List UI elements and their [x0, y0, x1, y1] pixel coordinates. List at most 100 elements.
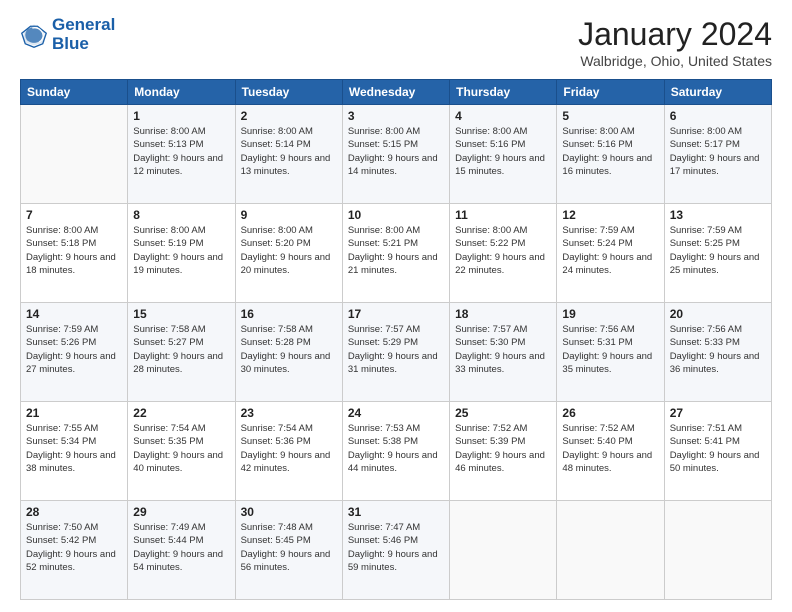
day-info: Sunrise: 8:00 AMSunset: 5:13 PMDaylight:… [133, 125, 229, 178]
calendar-cell: 1 Sunrise: 8:00 AMSunset: 5:13 PMDaylight… [128, 105, 235, 204]
day-number: 15 [133, 307, 229, 321]
calendar-cell [21, 105, 128, 204]
calendar-cell: 5Sunrise: 8:00 AMSunset: 5:16 PMDaylight… [557, 105, 664, 204]
day-number: 9 [241, 208, 337, 222]
calendar-cell [664, 501, 771, 600]
calendar-week-3: 14 Sunrise: 7:59 AMSunset: 5:26 PMDayligh… [21, 303, 772, 402]
col-header-tuesday: Tuesday [235, 80, 342, 105]
col-header-thursday: Thursday [450, 80, 557, 105]
location: Walbridge, Ohio, United States [578, 53, 772, 69]
day-number: 4 [455, 109, 551, 123]
day-number: 10 [348, 208, 444, 222]
calendar-cell: 12 Sunrise: 7:59 AMSunset: 5:24 PMDayligh… [557, 204, 664, 303]
day-number: 3 [348, 109, 444, 123]
day-info: Sunrise: 7:49 AMSunset: 5:44 PMDaylight:… [133, 521, 229, 574]
day-number: 11 [455, 208, 551, 222]
calendar-week-2: 7 Sunrise: 8:00 AMSunset: 5:18 PMDaylight… [21, 204, 772, 303]
day-number: 20 [670, 307, 766, 321]
logo-line2: Blue [52, 34, 89, 53]
day-info: Sunrise: 8:00 AMSunset: 5:14 PMDaylight:… [241, 125, 337, 178]
day-number: 26 [562, 406, 658, 420]
day-info: Sunrise: 8:00 AMSunset: 5:16 PMDaylight:… [562, 125, 658, 178]
calendar-cell: 17 Sunrise: 7:57 AMSunset: 5:29 PMDayligh… [342, 303, 449, 402]
day-number: 31 [348, 505, 444, 519]
calendar-cell: 4 Sunrise: 8:00 AMSunset: 5:16 PMDaylight… [450, 105, 557, 204]
day-number: 13 [670, 208, 766, 222]
day-number: 17 [348, 307, 444, 321]
day-info: Sunrise: 7:50 AMSunset: 5:42 PMDaylight:… [26, 521, 122, 574]
day-info: Sunrise: 7:57 AMSunset: 5:29 PMDaylight:… [348, 323, 444, 376]
calendar-cell: 14 Sunrise: 7:59 AMSunset: 5:26 PMDayligh… [21, 303, 128, 402]
col-header-saturday: Saturday [664, 80, 771, 105]
day-info: Sunrise: 8:00 AMSunset: 5:19 PMDaylight:… [133, 224, 229, 277]
calendar-cell: 10 Sunrise: 8:00 AMSunset: 5:21 PMDayligh… [342, 204, 449, 303]
page-header: General Blue January 2024 Walbridge, Ohi… [20, 16, 772, 69]
day-info: Sunrise: 8:00 AMSunset: 5:15 PMDaylight:… [348, 125, 444, 178]
calendar-cell: 21Sunrise: 7:55 AMSunset: 5:34 PMDayligh… [21, 402, 128, 501]
day-info: Sunrise: 7:52 AMSunset: 5:39 PMDaylight:… [455, 422, 551, 475]
calendar-cell [557, 501, 664, 600]
calendar-cell: 15 Sunrise: 7:58 AMSunset: 5:27 PMDayligh… [128, 303, 235, 402]
day-info: Sunrise: 7:55 AMSunset: 5:34 PMDaylight:… [26, 422, 122, 475]
calendar-cell: 2 Sunrise: 8:00 AMSunset: 5:14 PMDaylight… [235, 105, 342, 204]
day-number: 23 [241, 406, 337, 420]
day-info: Sunrise: 7:54 AMSunset: 5:36 PMDaylight:… [241, 422, 337, 475]
day-number: 25 [455, 406, 551, 420]
calendar-cell: 31 Sunrise: 7:47 AMSunset: 5:46 PMDayligh… [342, 501, 449, 600]
logo-line1: General [52, 15, 115, 34]
day-info: Sunrise: 7:58 AMSunset: 5:27 PMDaylight:… [133, 323, 229, 376]
calendar-cell: 9Sunrise: 8:00 AMSunset: 5:20 PMDaylight… [235, 204, 342, 303]
day-number: 6 [670, 109, 766, 123]
day-info: Sunrise: 7:56 AMSunset: 5:33 PMDaylight:… [670, 323, 766, 376]
calendar-cell [450, 501, 557, 600]
calendar-header-row: SundayMondayTuesdayWednesdayThursdayFrid… [21, 80, 772, 105]
calendar-page: General Blue January 2024 Walbridge, Ohi… [0, 0, 792, 612]
day-number: 30 [241, 505, 337, 519]
col-header-monday: Monday [128, 80, 235, 105]
calendar-cell: 16Sunrise: 7:58 AMSunset: 5:28 PMDayligh… [235, 303, 342, 402]
day-number: 27 [670, 406, 766, 420]
calendar-cell: 8 Sunrise: 8:00 AMSunset: 5:19 PMDaylight… [128, 204, 235, 303]
day-info: Sunrise: 8:00 AMSunset: 5:21 PMDaylight:… [348, 224, 444, 277]
title-block: January 2024 Walbridge, Ohio, United Sta… [578, 16, 772, 69]
day-info: Sunrise: 7:59 AMSunset: 5:26 PMDaylight:… [26, 323, 122, 376]
day-number: 19 [562, 307, 658, 321]
day-number: 2 [241, 109, 337, 123]
logo: General Blue [20, 16, 115, 53]
calendar-cell: 28 Sunrise: 7:50 AMSunset: 5:42 PMDayligh… [21, 501, 128, 600]
day-info: Sunrise: 7:57 AMSunset: 5:30 PMDaylight:… [455, 323, 551, 376]
calendar-cell: 29 Sunrise: 7:49 AMSunset: 5:44 PMDayligh… [128, 501, 235, 600]
calendar-cell: 19Sunrise: 7:56 AMSunset: 5:31 PMDayligh… [557, 303, 664, 402]
calendar-cell: 18Sunrise: 7:57 AMSunset: 5:30 PMDayligh… [450, 303, 557, 402]
day-number: 12 [562, 208, 658, 222]
day-info: Sunrise: 8:00 AMSunset: 5:22 PMDaylight:… [455, 224, 551, 277]
day-info: Sunrise: 7:59 AMSunset: 5:24 PMDaylight:… [562, 224, 658, 277]
logo-text: General Blue [52, 16, 115, 53]
calendar-week-5: 28 Sunrise: 7:50 AMSunset: 5:42 PMDayligh… [21, 501, 772, 600]
col-header-sunday: Sunday [21, 80, 128, 105]
day-info: Sunrise: 7:51 AMSunset: 5:41 PMDaylight:… [670, 422, 766, 475]
calendar-cell: 13Sunrise: 7:59 AMSunset: 5:25 PMDayligh… [664, 204, 771, 303]
calendar-cell: 22Sunrise: 7:54 AMSunset: 5:35 PMDayligh… [128, 402, 235, 501]
calendar-week-4: 21Sunrise: 7:55 AMSunset: 5:34 PMDayligh… [21, 402, 772, 501]
day-info: Sunrise: 7:48 AMSunset: 5:45 PMDaylight:… [241, 521, 337, 574]
day-number: 24 [348, 406, 444, 420]
day-number: 22 [133, 406, 229, 420]
day-number: 28 [26, 505, 122, 519]
calendar-cell: 26 Sunrise: 7:52 AMSunset: 5:40 PMDayligh… [557, 402, 664, 501]
day-number: 8 [133, 208, 229, 222]
day-info: Sunrise: 8:00 AMSunset: 5:16 PMDaylight:… [455, 125, 551, 178]
day-number: 29 [133, 505, 229, 519]
day-info: Sunrise: 8:00 AMSunset: 5:18 PMDaylight:… [26, 224, 122, 277]
day-info: Sunrise: 8:00 AMSunset: 5:17 PMDaylight:… [670, 125, 766, 178]
calendar-week-1: 1 Sunrise: 8:00 AMSunset: 5:13 PMDaylight… [21, 105, 772, 204]
day-info: Sunrise: 7:52 AMSunset: 5:40 PMDaylight:… [562, 422, 658, 475]
calendar-cell: 3 Sunrise: 8:00 AMSunset: 5:15 PMDaylight… [342, 105, 449, 204]
day-info: Sunrise: 7:47 AMSunset: 5:46 PMDaylight:… [348, 521, 444, 574]
calendar-cell: 11 Sunrise: 8:00 AMSunset: 5:22 PMDayligh… [450, 204, 557, 303]
month-title: January 2024 [578, 16, 772, 53]
day-number: 14 [26, 307, 122, 321]
day-number: 1 [133, 109, 229, 123]
day-number: 7 [26, 208, 122, 222]
calendar-cell: 7 Sunrise: 8:00 AMSunset: 5:18 PMDaylight… [21, 204, 128, 303]
